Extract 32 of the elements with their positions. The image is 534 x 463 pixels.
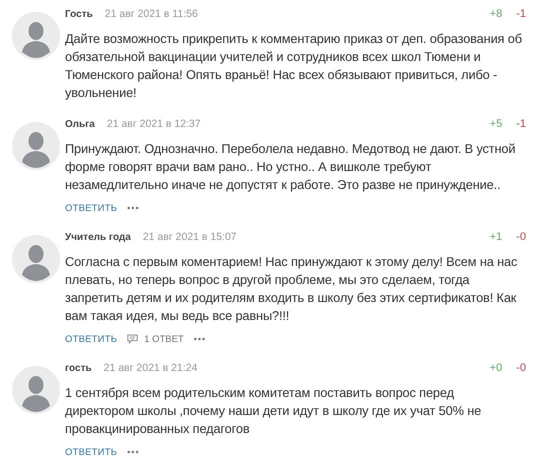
reply-link[interactable]: ОТВЕТИТЬ: [65, 334, 118, 344]
comment-text: Согласна с первым коментарием! Нас принуждают к этому делу! Всем на нас плевать, но теперь вопрос в другой проблеме, мы это сделаем, тогда запретить детям и их родителям входить в школу без этих сертификатов! Как вам такая идея, мы ведь все равны?!!!: [65, 253, 518, 325]
reply-link[interactable]: ОТВЕТИТЬ: [65, 202, 118, 214]
downvote-count[interactable]: -0: [516, 362, 526, 374]
author-name: Гость: [65, 9, 93, 20]
upvote-count[interactable]: +0: [490, 362, 502, 374]
comment-text: Принуждают. Однозначно. Переболела недавно. Медотвод не дают. В устной форме говорят врачи вам рано.. Но устно.. А вишколе требуют незамедлительно иначе не допустят к работе. Это разве не принуждение..: [65, 140, 516, 194]
author-name: Ольга: [65, 119, 95, 130]
upvote-count[interactable]: +1: [490, 231, 502, 243]
downvote-count[interactable]: -1: [516, 118, 526, 130]
more-button[interactable]: •••: [194, 334, 206, 344]
replies-link[interactable]: 1 ОТВЕТ: [144, 334, 184, 344]
upvote-count[interactable]: +8: [490, 8, 502, 20]
avatar-icon: [12, 12, 60, 60]
downvote-count[interactable]: -0: [516, 231, 526, 243]
comment-date: 21 авг 2021 в 15:07: [142, 231, 237, 243]
comment-text: Дайте возможность прикрепить к комментарию приказ от деп. образования об обязательной вакцинации учителей и сотрудников всех школ Тюмени и Тюменского района! Опять враньё! Нас всех обязывают привиться, либо - увольнение!: [65, 30, 523, 102]
downvote-count[interactable]: -1: [516, 8, 526, 20]
more-button[interactable]: •••: [127, 203, 140, 213]
comment-date: 21 авг 2021 в 11:56: [104, 8, 198, 20]
author-name: Учитель года: [65, 232, 131, 243]
comment-text: 1 сентября всем родительским комитетам поставить вопрос перед директором школы ,почему наши дети идут в школу где их учат 50% не провакцинированных педагогов: [65, 384, 482, 438]
comment-date: 21 авг 2021 в 21:24: [104, 362, 198, 374]
avatar-icon: [12, 366, 60, 414]
author-name: гость: [65, 363, 92, 374]
upvote-count[interactable]: +5: [490, 118, 502, 130]
avatar-icon: [12, 122, 60, 170]
comment-date: 21 авг 2021 в 12:37: [106, 118, 201, 130]
reply-link[interactable]: ОТВЕТИТЬ: [65, 446, 118, 458]
avatar-icon: [12, 235, 60, 283]
more-button[interactable]: •••: [127, 447, 140, 457]
comment-icon: [127, 334, 138, 344]
